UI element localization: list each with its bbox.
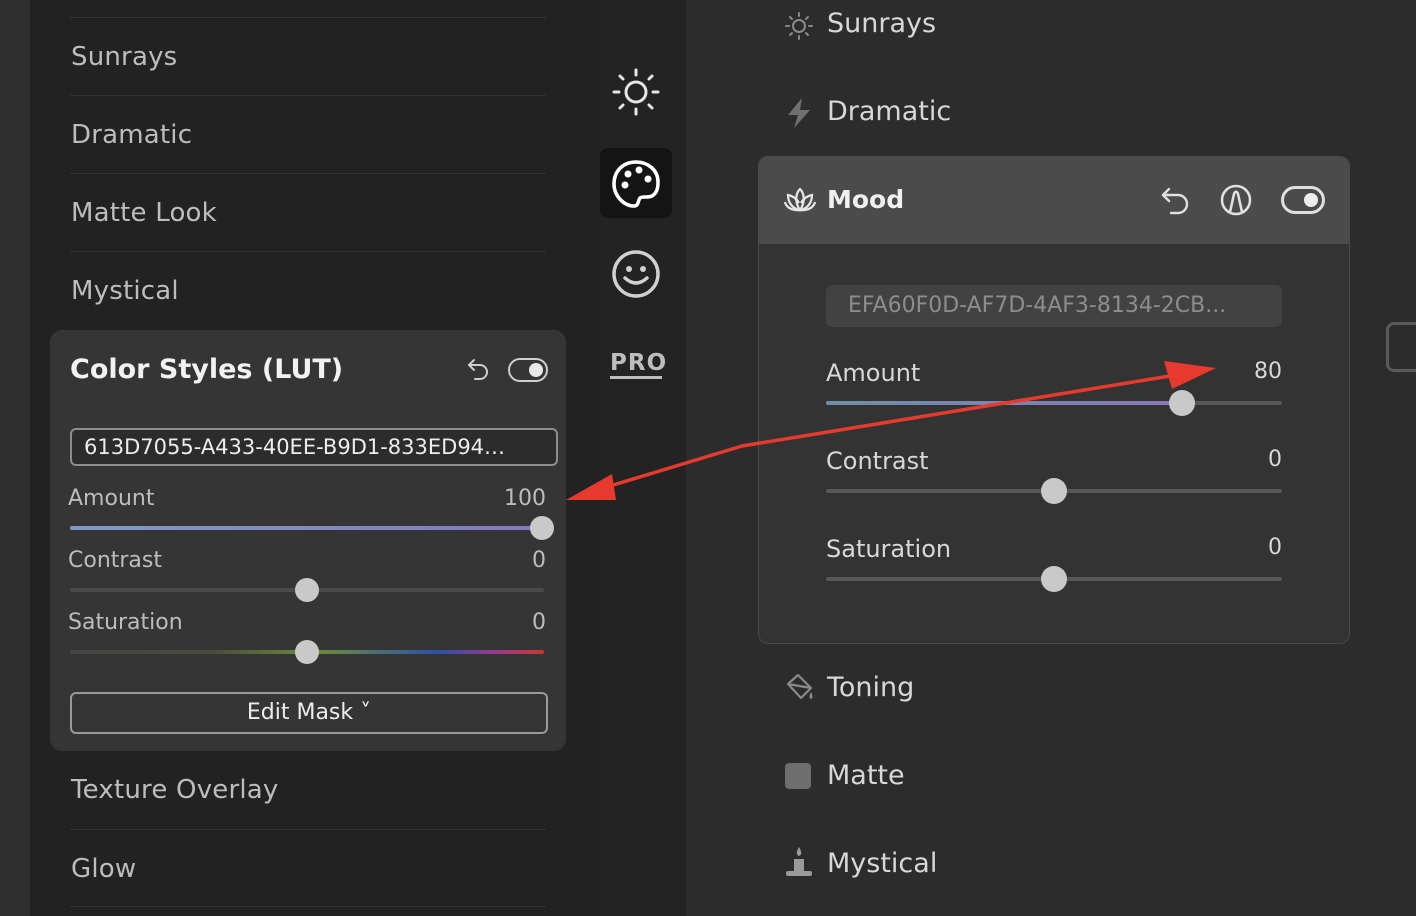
arrow-head-left <box>566 474 616 500</box>
annotation-arrows <box>566 361 1216 500</box>
arrow-head-right <box>1164 361 1216 389</box>
